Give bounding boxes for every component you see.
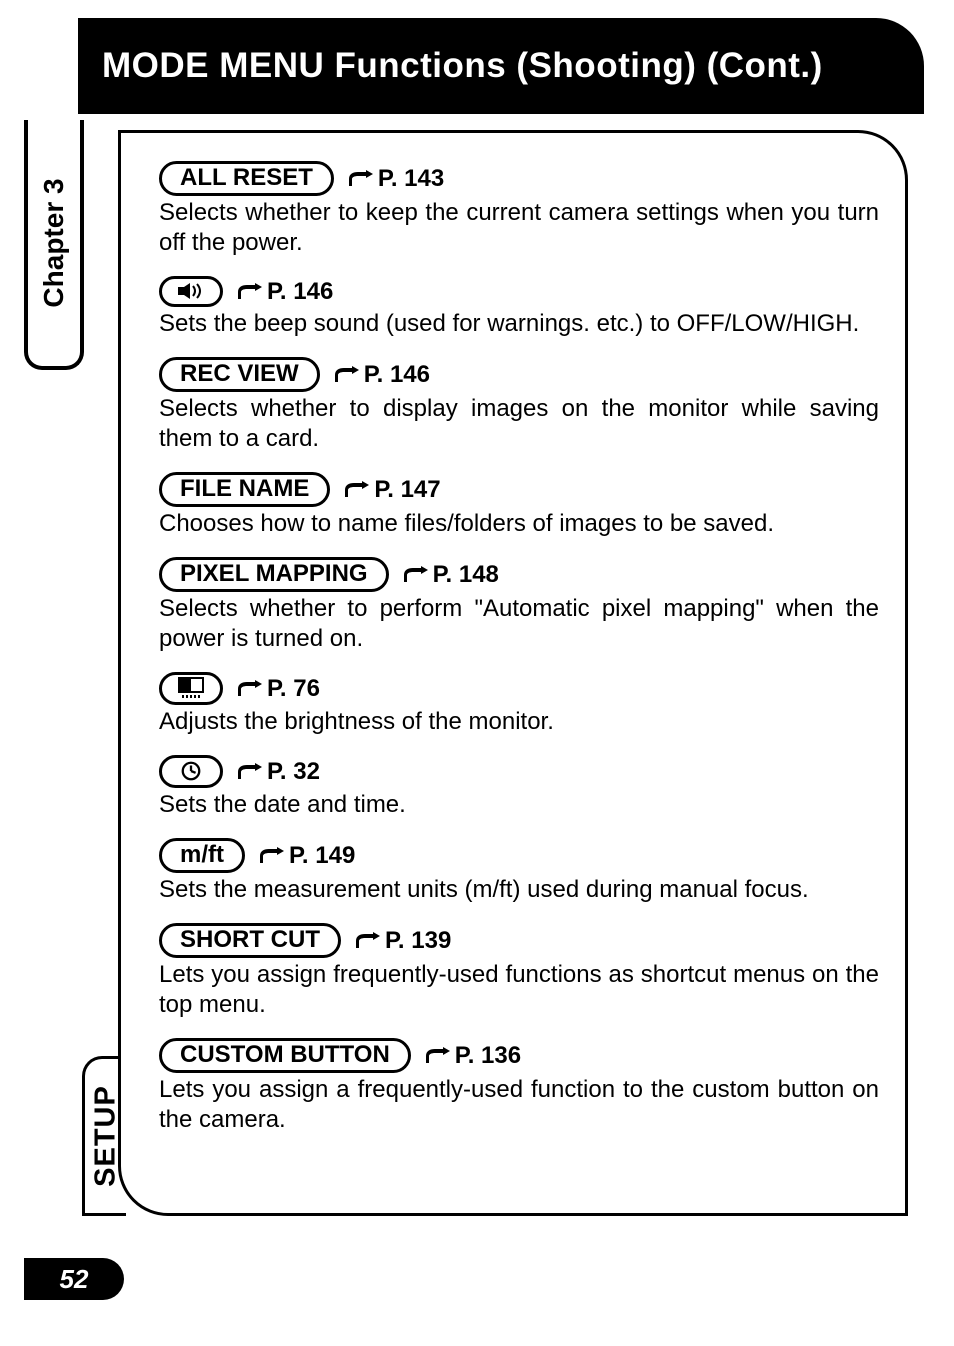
- menu-item-pixel-mapping: PIXEL MAPPING P. 148 Selects whether to …: [159, 557, 879, 654]
- clock-icon: [159, 755, 223, 788]
- menu-item-short-cut: SHORT CUT P. 139 Lets you assign frequen…: [159, 923, 879, 1020]
- menu-item-file-name: FILE NAME P. 147 Chooses how to name fil…: [159, 472, 879, 539]
- page-ref-icon: [344, 481, 370, 499]
- menu-label-pill: PIXEL MAPPING: [159, 557, 389, 592]
- page-ref-text: P. 149: [289, 842, 355, 870]
- menu-label-pill: REC VIEW: [159, 357, 320, 392]
- chapter-tab-label: Chapter 3: [38, 178, 70, 307]
- beep-icon: [159, 276, 223, 307]
- page-ref: P. 143: [348, 165, 444, 193]
- menu-desc: Sets the measurement units (m/ft) used d…: [159, 875, 879, 905]
- menu-item-custom-button: CUSTOM BUTTON P. 136 Lets you assign a f…: [159, 1038, 879, 1135]
- page-ref: P. 146: [237, 278, 333, 306]
- page-ref-text: P. 146: [364, 361, 430, 389]
- page-ref: P. 136: [425, 1042, 521, 1070]
- page-ref-icon: [237, 283, 263, 301]
- menu-item-mft: m/ft P. 149 Sets the measurement units (…: [159, 838, 879, 905]
- page-ref: P. 76: [237, 675, 320, 703]
- menu-label-pill: ALL RESET: [159, 161, 334, 196]
- page-ref-icon: [334, 366, 360, 384]
- page-ref: P. 32: [237, 758, 320, 786]
- menu-desc: Adjusts the brightness of the monitor.: [159, 707, 879, 737]
- page-title: MODE MENU Functions (Shooting) (Cont.): [102, 45, 823, 87]
- page-ref-icon: [259, 847, 285, 865]
- page-ref-text: P. 143: [378, 165, 444, 193]
- page-ref-text: P. 147: [374, 476, 440, 504]
- menu-desc: Lets you assign frequently-used function…: [159, 960, 879, 1020]
- menu-item-rec-view: REC VIEW P. 146 Selects whether to displ…: [159, 357, 879, 454]
- menu-label-pill: m/ft: [159, 838, 245, 873]
- page-ref-text: P. 76: [267, 675, 320, 703]
- page-ref-icon: [355, 932, 381, 950]
- page-number: 52: [24, 1258, 124, 1300]
- page-ref: P. 147: [344, 476, 440, 504]
- menu-desc: Selects whether to display images on the…: [159, 394, 879, 454]
- page-ref: P. 149: [259, 842, 355, 870]
- menu-desc: Lets you assign a frequently-used functi…: [159, 1075, 879, 1135]
- menu-label-pill: CUSTOM BUTTON: [159, 1038, 411, 1073]
- menu-item-date-time: P. 32 Sets the date and time.: [159, 755, 879, 820]
- menu-item-all-reset: ALL RESET P. 143 Selects whether to keep…: [159, 161, 879, 258]
- menu-desc: Selects whether to keep the current came…: [159, 198, 879, 258]
- content-frame: ALL RESET P. 143 Selects whether to keep…: [118, 130, 908, 1216]
- page-ref-text: P. 32: [267, 758, 320, 786]
- page-header: MODE MENU Functions (Shooting) (Cont.): [78, 18, 924, 114]
- menu-desc: Chooses how to name files/folders of ima…: [159, 509, 879, 539]
- page: MODE MENU Functions (Shooting) (Cont.) C…: [0, 0, 954, 1346]
- page-ref-icon: [403, 566, 429, 584]
- chapter-tab: Chapter 3: [24, 120, 84, 370]
- page-ref-icon: [237, 680, 263, 698]
- page-ref-text: P. 136: [455, 1042, 521, 1070]
- page-ref: P. 148: [403, 561, 499, 589]
- page-ref-text: P. 139: [385, 927, 451, 955]
- monitor-brightness-icon: [159, 672, 223, 705]
- menu-item-beep: P. 146 Sets the beep sound (used for war…: [159, 276, 879, 339]
- page-ref: P. 146: [334, 361, 430, 389]
- menu-desc: Selects whether to perform "Automatic pi…: [159, 594, 879, 654]
- page-ref-icon: [348, 170, 374, 188]
- menu-label-pill: FILE NAME: [159, 472, 330, 507]
- page-ref-text: P. 148: [433, 561, 499, 589]
- page-ref-icon: [425, 1047, 451, 1065]
- page-ref-icon: [237, 763, 263, 781]
- menu-label-pill: SHORT CUT: [159, 923, 341, 958]
- menu-item-brightness: P. 76 Adjusts the brightness of the moni…: [159, 672, 879, 737]
- page-ref-text: P. 146: [267, 278, 333, 306]
- page-ref: P. 139: [355, 927, 451, 955]
- menu-desc: Sets the date and time.: [159, 790, 879, 820]
- menu-desc: Sets the beep sound (used for warnings. …: [159, 309, 879, 339]
